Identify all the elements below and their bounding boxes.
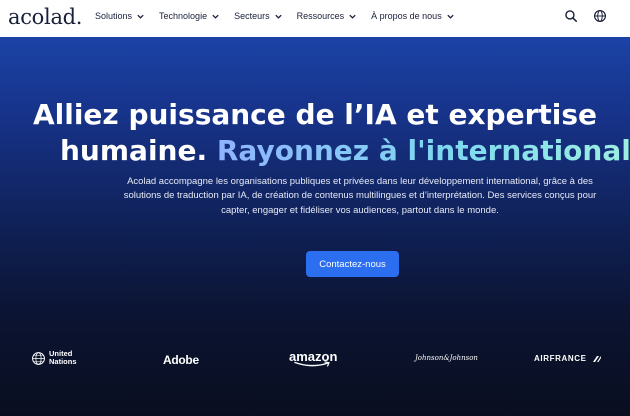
un-emblem-icon (32, 351, 45, 365)
united-nations-logo: United Nations (31, 350, 77, 366)
chevron-down-icon (447, 14, 454, 19)
hero-section: Alliez puissance de l’IA et expertise hu… (0, 37, 630, 416)
contact-button[interactable]: Contactez-nous (306, 251, 399, 277)
air-france-wordmark: AIRFRANCE (534, 354, 587, 363)
adobe-logo: Adobe (163, 353, 199, 367)
nav-item-ressources[interactable]: Ressources (297, 11, 358, 21)
chevron-down-icon (274, 14, 282, 19)
air-france-logo: AIRFRANCE (534, 354, 601, 363)
nav-item-label: Technologie (159, 11, 208, 21)
nav-item-label: À propos de nous (371, 11, 442, 21)
nav-item-a-propos[interactable]: À propos de nous (371, 11, 455, 21)
chevron-down-icon (212, 14, 219, 19)
search-icon[interactable] (564, 9, 578, 23)
headline-line-1: Alliez puissance de l’IA et expertise (32, 98, 598, 131)
nav-item-technologie[interactable]: Technologie (159, 11, 220, 21)
headline-line-2: humaine. Rayonnez à l'international. (0, 133, 630, 169)
top-navigation-bar: acolad. Solutions Technologie Secteurs R… (0, 0, 630, 37)
chevron-down-icon (349, 14, 356, 19)
headline-white-part: humaine. (60, 134, 208, 167)
un-wordmark: United Nations (49, 350, 77, 366)
client-logos: United Nations Adobe amazon Johnson&John… (0, 346, 630, 374)
nav-item-secteurs[interactable]: Secteurs (234, 11, 283, 21)
amazon-logo: amazon (289, 349, 337, 368)
nav-item-label: Secteurs (234, 11, 270, 21)
chevron-down-icon (137, 14, 144, 19)
un-line-2: Nations (49, 357, 77, 366)
nav-item-label: Solutions (95, 11, 133, 21)
main-nav: Solutions Technologie Secteurs Ressource… (95, 11, 469, 21)
hero-description: Acolad accompagne les organisations publ… (123, 176, 597, 216)
nav-item-label: Ressources (296, 11, 345, 21)
air-france-stripe-icon (592, 355, 601, 362)
hero-headline: Alliez puissance de l’IA et expertise hu… (0, 97, 630, 169)
nav-item-solutions[interactable]: Solutions (95, 11, 145, 21)
amazon-smile-icon (294, 361, 330, 367)
headline-accent-part: Rayonnez à l'international. (217, 134, 630, 167)
johnson-johnson-logo: Johnson&Johnson (415, 354, 478, 362)
acolad-logo[interactable]: acolad. (8, 5, 82, 29)
globe-icon[interactable] (593, 9, 607, 23)
